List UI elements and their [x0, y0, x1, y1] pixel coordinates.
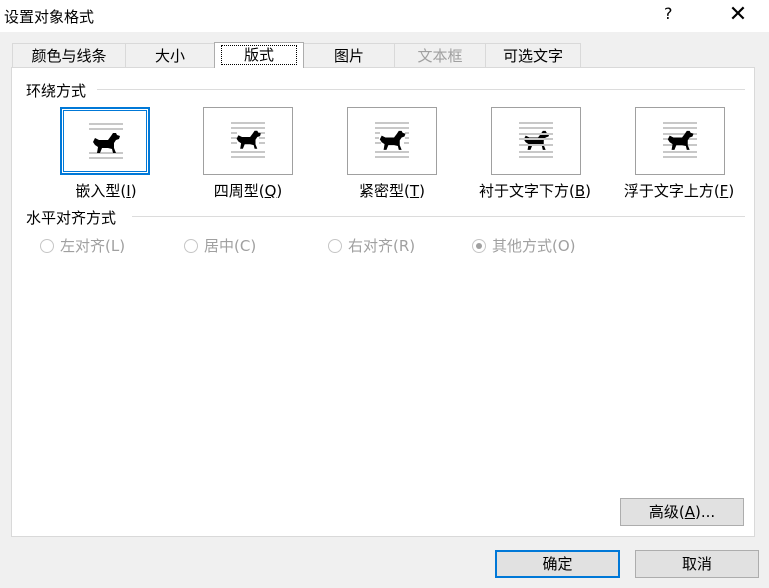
- radio-label: 其他方式(O): [492, 237, 576, 255]
- tab-label: 版式: [220, 45, 297, 65]
- title-bar: 设置对象格式 ? ✕: [0, 0, 769, 32]
- group-divider: [97, 89, 745, 90]
- tab-layout[interactable]: 版式: [214, 42, 304, 68]
- wrap-inline-label: 嵌入型(I): [75, 182, 137, 200]
- tab-textbox: 文本框: [394, 43, 486, 67]
- align-other-radio: 其他方式(O): [472, 235, 576, 255]
- radio-checked-icon: [472, 239, 486, 253]
- tab-label: 颜色与线条: [31, 47, 107, 65]
- align-left-radio: 左对齐(L): [40, 235, 125, 255]
- horizontal-align-heading: 水平对齐方式: [26, 207, 121, 228]
- align-right-radio: 右对齐(R): [328, 235, 415, 255]
- cancel-button[interactable]: 取消: [635, 550, 759, 578]
- wrap-square-label: 四周型(Q): [213, 182, 283, 200]
- tab-label: 大小: [154, 47, 185, 65]
- dialog-title: 设置对象格式: [4, 8, 95, 26]
- dog-picture-icon: [375, 122, 409, 158]
- wrap-square-option[interactable]: [203, 107, 293, 175]
- dog-picture-icon: [519, 122, 553, 158]
- radio-label: 右对齐(R): [348, 237, 416, 255]
- wrap-in-front-option[interactable]: [635, 107, 725, 175]
- wrap-tight-option[interactable]: [347, 107, 437, 175]
- tab-picture[interactable]: 图片: [303, 43, 395, 67]
- tab-colors-lines[interactable]: 颜色与线条: [12, 43, 126, 67]
- radio-label: 居中(C): [204, 237, 257, 255]
- dog-picture-icon: [663, 122, 697, 158]
- close-icon[interactable]: ✕: [729, 2, 747, 27]
- radio-label: 左对齐(L): [60, 237, 126, 255]
- wrap-style-heading: 环绕方式: [26, 80, 91, 101]
- tab-alt-text[interactable]: 可选文字: [485, 43, 581, 67]
- dog-picture-icon: [89, 123, 123, 159]
- ok-button[interactable]: 确定: [495, 550, 620, 578]
- tab-size[interactable]: 大小: [125, 43, 215, 67]
- radio-icon: [328, 239, 342, 253]
- radio-icon: [40, 239, 54, 253]
- radio-icon: [184, 239, 198, 253]
- wrap-tight-label: 紧密型(T): [359, 182, 425, 200]
- tab-label: 文本框: [417, 47, 463, 65]
- close-button[interactable]: ✕: [724, 0, 752, 30]
- wrap-in-front-label: 浮于文字上方(F): [623, 182, 735, 200]
- group-divider: [132, 216, 745, 217]
- align-center-radio: 居中(C): [184, 235, 256, 255]
- dog-picture-icon: [231, 122, 265, 158]
- wrap-inline-option[interactable]: [60, 107, 150, 175]
- advanced-button[interactable]: 高级(A)...: [620, 498, 744, 526]
- tab-label: 可选文字: [502, 47, 563, 65]
- help-button[interactable]: ?: [664, 4, 673, 23]
- wrap-behind-text-label: 衬于文字下方(B): [478, 182, 591, 200]
- wrap-behind-text-option[interactable]: [491, 107, 581, 175]
- tab-label: 图片: [333, 47, 364, 65]
